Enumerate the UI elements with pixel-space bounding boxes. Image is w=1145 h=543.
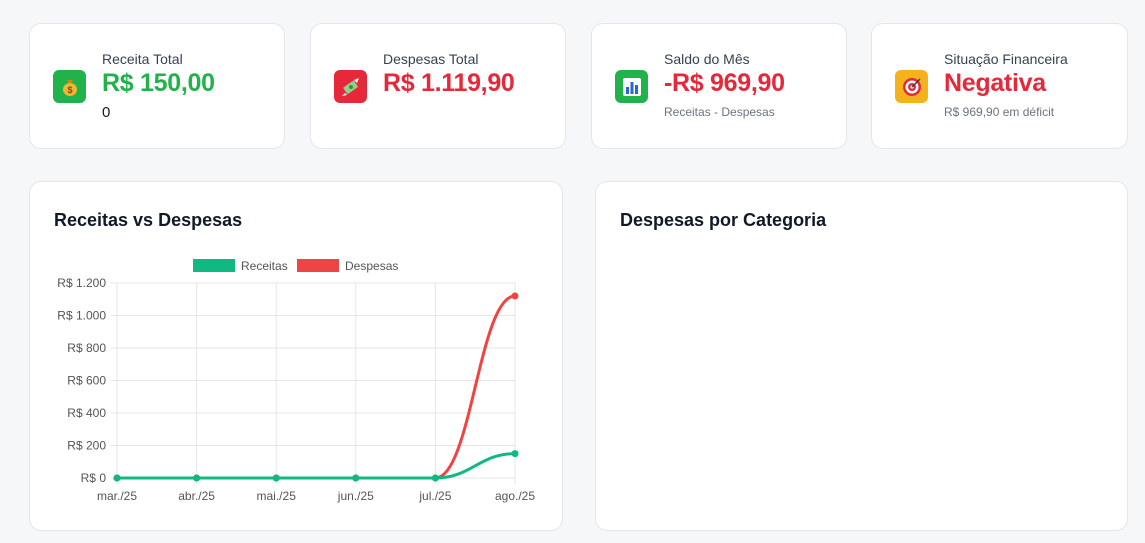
stat-card-total-revenue: $ Receita Total R$ 150,00 0 bbox=[29, 23, 285, 149]
y-tick-label: R$ 1.200 bbox=[57, 276, 106, 290]
panel-title: Despesas por Categoria bbox=[620, 210, 827, 230]
target-icon bbox=[895, 70, 928, 103]
stat-value: R$ 150,00 bbox=[102, 69, 215, 97]
x-tick-label: abr./25 bbox=[178, 489, 215, 503]
y-tick-label: R$ 600 bbox=[67, 374, 106, 388]
stat-label: Despesas Total bbox=[383, 51, 479, 67]
money-bag-icon: $ bbox=[53, 70, 86, 103]
stat-sub: R$ 969,90 em déficit bbox=[944, 105, 1055, 119]
money-with-wings-icon bbox=[334, 70, 367, 103]
data-point bbox=[193, 474, 201, 482]
stat-sub: 0 bbox=[102, 104, 111, 121]
stat-card-financial-status: Situação Financeira Negativa R$ 969,90 e… bbox=[871, 23, 1128, 149]
series-line-despesas bbox=[115, 294, 517, 480]
stat-card-total-expenses: Despesas Total R$ 1.119,90 bbox=[310, 23, 566, 149]
data-point bbox=[352, 474, 360, 482]
x-tick-label: ago./25 bbox=[495, 489, 535, 503]
legend-label: Despesas bbox=[345, 259, 398, 273]
stat-sub: Receitas - Despesas bbox=[664, 105, 775, 119]
y-tick-label: R$ 1.000 bbox=[57, 309, 106, 323]
stat-card-month-balance: Saldo do Mês -R$ 969,90 Receitas - Despe… bbox=[591, 23, 847, 149]
data-point bbox=[431, 474, 439, 482]
stat-label: Saldo do Mês bbox=[664, 51, 750, 67]
bar-chart-icon bbox=[615, 70, 648, 103]
revenue-vs-expenses-chart: R$ 0 R$ 200 R$ 400 R$ 600 R$ 800 R$ 1.000 R$ 1… bbox=[57, 259, 535, 503]
y-tick-label: R$ 800 bbox=[67, 341, 106, 355]
y-tick-label: R$ 400 bbox=[67, 406, 106, 420]
data-point bbox=[113, 474, 121, 482]
x-tick-label: jun./25 bbox=[337, 489, 374, 503]
x-tick-label: mar./25 bbox=[97, 489, 137, 503]
stat-value: Negativa bbox=[944, 69, 1046, 97]
y-tick-label: R$ 200 bbox=[67, 439, 106, 453]
x-tick-label: jul./25 bbox=[418, 489, 451, 503]
data-point bbox=[272, 474, 280, 482]
stat-value: R$ 1.119,90 bbox=[383, 69, 515, 97]
stat-label: Receita Total bbox=[102, 51, 183, 67]
expenses-by-category-panel: Despesas por Categoria bbox=[595, 181, 1128, 531]
legend-swatch bbox=[297, 259, 339, 272]
data-point bbox=[511, 292, 519, 300]
legend-label: Receitas bbox=[241, 259, 288, 273]
svg-text:$: $ bbox=[67, 85, 72, 95]
x-tick-label: mai./25 bbox=[257, 489, 297, 503]
stat-value: -R$ 969,90 bbox=[664, 69, 785, 97]
revenue-vs-expenses-panel: Receitas vs Despesas R$ 0 R$ 200 R$ 400 R$ … bbox=[29, 181, 563, 531]
data-point bbox=[511, 450, 519, 458]
y-tick-label: R$ 0 bbox=[81, 471, 107, 485]
stat-label: Situação Financeira bbox=[944, 51, 1068, 67]
legend-swatch bbox=[193, 259, 235, 272]
